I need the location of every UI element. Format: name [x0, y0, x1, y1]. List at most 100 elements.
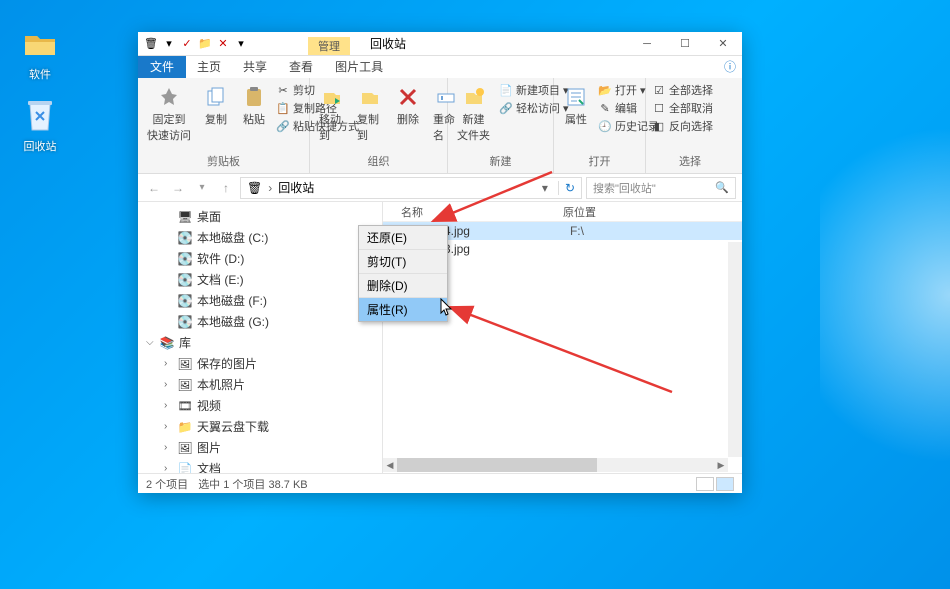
library-icon: 📚 — [160, 336, 174, 350]
folder-small-icon: 📁 — [198, 37, 212, 51]
tab-picture-tools[interactable]: 图片工具 — [324, 56, 394, 78]
scroll-left-button[interactable]: ◀ — [383, 458, 397, 472]
tab-view[interactable]: 查看 — [278, 56, 324, 78]
recycle-bin-small-icon: 🗑 — [144, 37, 158, 51]
nav-recent-button[interactable]: ▾ — [192, 178, 212, 198]
folder-icon: 📁 — [178, 420, 192, 434]
new-folder-icon — [461, 84, 487, 110]
recycle-bin-icon — [22, 98, 58, 134]
drive-icon: 💽 — [178, 252, 192, 266]
column-header-name[interactable]: 名称 — [383, 204, 563, 220]
status-bar: 2 个项目 选中 1 个项目 38.7 KB — [138, 473, 742, 493]
ribbon-delete-button[interactable]: 删除 — [392, 82, 424, 129]
ribbon-invert-select-button[interactable]: ◧反向选择 — [652, 118, 713, 134]
nav-forward-button[interactable]: → — [168, 178, 188, 198]
ribbon-help-icon[interactable]: ⓘ — [724, 58, 736, 75]
close-button[interactable]: ✕ — [704, 32, 742, 56]
sidebar-drive-g[interactable]: 💽本地磁盘 (G:) — [138, 311, 382, 332]
desktop-icon-software[interactable]: 软件 — [10, 26, 70, 82]
view-thumbs-button[interactable] — [716, 477, 734, 491]
minimize-button[interactable]: ─ — [628, 32, 666, 56]
qa-close-icon: ✕ — [216, 37, 230, 51]
tab-share[interactable]: 共享 — [232, 56, 278, 78]
address-bar[interactable]: 🗑 › 回收站 ▾ ↻ — [240, 177, 582, 199]
pic-icon: 🖼 — [178, 378, 192, 392]
qa-check-icon: ✓ — [180, 37, 194, 51]
doc-icon: 📄 — [178, 462, 192, 474]
cursor-icon — [440, 298, 454, 316]
sidebar-saved-pics[interactable]: ›🖼保存的图片 — [138, 353, 382, 374]
context-cut[interactable]: 剪切(T) — [359, 250, 447, 274]
move-icon — [319, 84, 345, 110]
path-icon: 📋 — [276, 101, 290, 115]
ribbon: 固定到 快速访问 复制 粘贴 ✂剪切 📋复制路径 🔗粘贴快捷方式 剪贴板 — [138, 78, 742, 174]
new-item-icon: 📄 — [499, 83, 513, 97]
pic-icon: 🖼 — [178, 357, 192, 371]
drive-icon: 💽 — [178, 231, 192, 245]
sidebar-drive-f[interactable]: 💽本地磁盘 (F:) — [138, 290, 382, 311]
video-icon: 🎞 — [178, 399, 192, 413]
invert-icon: ◧ — [652, 119, 666, 133]
ribbon-move-to-button[interactable]: 移动到 — [316, 82, 348, 145]
tab-file[interactable]: 文件 — [138, 56, 186, 78]
sidebar-videos[interactable]: ›🎞视频 — [138, 395, 382, 416]
address-bar-row: ← → ▾ ↑ 🗑 › 回收站 ▾ ↻ 搜索"回收站" 🔍 — [138, 174, 742, 202]
expand-arrow-icon: › — [164, 379, 167, 390]
copy-icon — [203, 84, 229, 110]
expand-arrow-icon: › — [164, 463, 167, 473]
tab-home[interactable]: 主页 — [186, 56, 232, 78]
sidebar-pictures[interactable]: ›🖼图片 — [138, 437, 382, 458]
horizontal-scrollbar[interactable]: ◀ ▶ — [383, 457, 728, 473]
vertical-scrollbar[interactable] — [728, 242, 742, 457]
column-header-location[interactable]: 原位置 — [563, 204, 742, 220]
ribbon-copy-button[interactable]: 复制 — [200, 82, 232, 129]
context-restore[interactable]: 还原(E) — [359, 226, 447, 250]
ribbon-pin-button[interactable]: 固定到 快速访问 — [144, 82, 194, 145]
refresh-icon[interactable]: ↻ — [558, 181, 575, 195]
folder-icon — [22, 26, 58, 62]
sidebar-drive-d[interactable]: 💽软件 (D:) — [138, 248, 382, 269]
nav-back-button[interactable]: ← — [144, 178, 164, 198]
recycle-bin-icon: 🗑 — [247, 181, 262, 195]
ribbon-new-folder-button[interactable]: 新建 文件夹 — [454, 82, 493, 145]
copy-to-icon — [357, 84, 383, 110]
qa-toggle-icon: ▾ — [162, 37, 176, 51]
sidebar-tianyi[interactable]: ›📁天翼云盘下载 — [138, 416, 382, 437]
select-all-icon: ☑ — [652, 83, 666, 97]
scroll-right-button[interactable]: ▶ — [714, 458, 728, 472]
context-properties[interactable]: 属性(R) — [359, 298, 447, 321]
desktop-icon: 🖥 — [178, 210, 192, 224]
maximize-button[interactable]: ☐ — [666, 32, 704, 56]
status-selection: 选中 1 个项目 38.7 KB — [198, 476, 307, 492]
delete-icon — [395, 84, 421, 110]
ribbon-tabs: 文件 主页 共享 查看 图片工具 ⓘ — [138, 56, 742, 78]
sidebar-drive-c[interactable]: 💽本地磁盘 (C:) — [138, 227, 382, 248]
ribbon-paste-button[interactable]: 粘贴 — [238, 82, 270, 129]
ribbon-properties-button[interactable]: 属性 — [560, 82, 592, 129]
ribbon-select-none-button[interactable]: ☐全部取消 — [652, 100, 713, 116]
sidebar-drive-e[interactable]: 💽文档 (E:) — [138, 269, 382, 290]
sidebar-libraries[interactable]: ⌵📚库 — [138, 332, 382, 353]
sidebar-photos[interactable]: ›🖼本机照片 — [138, 374, 382, 395]
nav-sidebar: 🖥桌面 💽本地磁盘 (C:) 💽软件 (D:) 💽文档 (E:) 💽本地磁盘 (… — [138, 202, 383, 473]
pin-icon — [156, 84, 182, 110]
sidebar-documents[interactable]: ›📄文档 — [138, 458, 382, 473]
sidebar-desktop[interactable]: 🖥桌面 — [138, 206, 382, 227]
ribbon-copy-to-button[interactable]: 复制到 — [354, 82, 386, 145]
search-input[interactable]: 搜索"回收站" 🔍 — [586, 177, 736, 199]
easy-access-icon: 🔗 — [499, 101, 513, 115]
edit-icon: ✎ — [598, 101, 612, 115]
nav-up-button[interactable]: ↑ — [216, 178, 236, 198]
expand-arrow-icon: › — [164, 442, 167, 453]
drive-icon: 💽 — [178, 294, 192, 308]
drive-icon: 💽 — [178, 315, 192, 329]
desktop-icon-recycle-bin[interactable]: 回收站 — [10, 98, 70, 154]
shortcut-icon: 🔗 — [276, 119, 290, 133]
select-none-icon: ☐ — [652, 101, 666, 115]
breadcrumb-current: 回收站 — [278, 179, 314, 196]
ribbon-select-all-button[interactable]: ☑全部选择 — [652, 82, 713, 98]
manage-context-tab[interactable]: 管理 — [308, 37, 350, 55]
pic-icon: 🖼 — [178, 441, 192, 455]
context-delete[interactable]: 删除(D) — [359, 274, 447, 298]
view-details-button[interactable] — [696, 477, 714, 491]
